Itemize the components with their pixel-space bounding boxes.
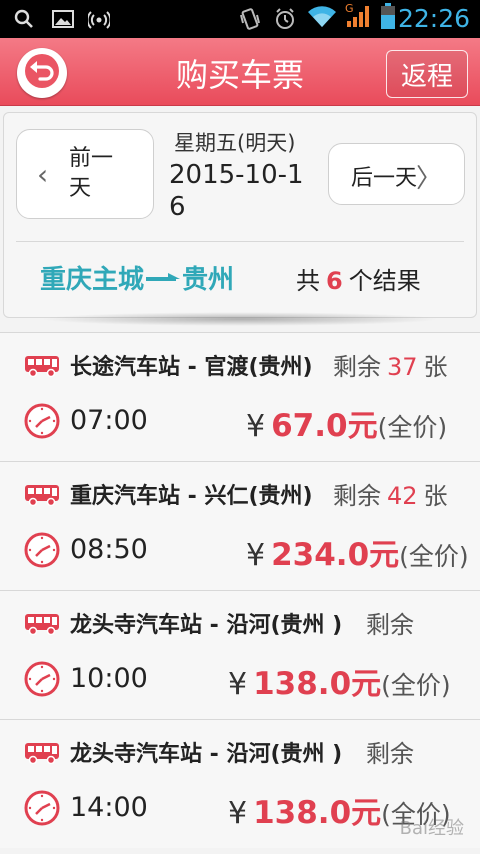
route-label: 重庆主城 贵州 xyxy=(40,259,234,296)
route-from: 重庆主城 xyxy=(40,265,145,295)
departure-time: 08:50 xyxy=(70,534,148,565)
status-bar: G 22:26 xyxy=(0,0,480,38)
next-day-label: 后一天 xyxy=(351,166,418,191)
currency-symbol: ¥ xyxy=(228,796,248,831)
clock-icon xyxy=(24,403,60,443)
date-route-panel: ‹ 前一天 星期五(明天) 2015-10-16 后一天 〉 重庆主城 贵州 共… xyxy=(3,112,477,318)
price-unit: 元 xyxy=(351,796,382,831)
divider xyxy=(16,241,464,242)
ticket-price: ¥234.0元(全价) xyxy=(246,530,469,574)
price-amount: 138.0 xyxy=(253,795,352,831)
remain-unit: 张 xyxy=(423,482,448,510)
prev-day-button[interactable]: ‹ 前一天 xyxy=(16,129,154,219)
station-name: 龙头寺汽车站 - 沿河(贵州 ) xyxy=(70,742,343,767)
price-note: (全价) xyxy=(377,413,448,442)
wifi-icon xyxy=(307,6,337,28)
wifi-hotspot-icon xyxy=(88,8,110,30)
next-day-button[interactable]: 后一天 〉 xyxy=(328,143,465,205)
remaining-seats: 剩余 xyxy=(366,605,414,640)
price-amount: 67.0 xyxy=(271,408,348,444)
remaining-seats: 剩余 42 张 xyxy=(333,476,448,511)
remain-label: 剩余 xyxy=(333,353,381,381)
remain-count: 37 xyxy=(387,353,418,381)
station-name: 重庆汽车站 - 兴仁(贵州) xyxy=(70,484,313,509)
ticket-list: 长途汽车站 - 官渡(贵州) 剩余 37 张 07:00 ¥67.0元(全价) 重庆… xyxy=(0,332,480,848)
route-to: 贵州 xyxy=(182,265,235,295)
bus-icon xyxy=(24,482,60,512)
battery-icon xyxy=(380,3,396,29)
price-note: (全价) xyxy=(399,542,469,571)
departure-time: 14:00 xyxy=(70,792,148,823)
panel-shadow xyxy=(40,312,440,326)
remain-count: 42 xyxy=(387,482,418,510)
price-unit: 元 xyxy=(351,667,382,702)
remain-unit: 张 xyxy=(423,353,448,381)
network-type-label: G xyxy=(345,2,354,15)
route-arrow-icon xyxy=(146,263,181,293)
result-number: 6 xyxy=(326,267,343,295)
remain-label: 剩余 xyxy=(333,482,381,510)
ticket-item[interactable]: 长途汽车站 - 官渡(贵州) 剩余 37 张 07:00 ¥67.0元(全价) xyxy=(0,332,480,461)
ticket-price: ¥138.0元(全价) xyxy=(228,659,451,703)
weekday-label: 星期五(明天) xyxy=(174,131,296,155)
vibrate-icon xyxy=(238,8,262,30)
currency-symbol: ¥ xyxy=(246,409,266,444)
selected-date: 2015-10-16 xyxy=(169,160,304,222)
chevron-left-icon: ‹ xyxy=(37,158,49,191)
remain-label: 剩余 xyxy=(366,611,414,639)
price-amount: 138.0 xyxy=(253,666,352,702)
status-time: 22:26 xyxy=(397,4,470,33)
result-prefix: 共 xyxy=(296,267,320,295)
price-note: (全价) xyxy=(381,671,451,700)
bus-icon xyxy=(24,611,60,641)
remaining-seats: 剩余 xyxy=(366,734,414,769)
bus-icon xyxy=(24,740,60,770)
price-unit: 元 xyxy=(369,538,400,573)
remaining-seats: 剩余 37 张 xyxy=(333,347,448,382)
currency-symbol: ¥ xyxy=(246,538,266,573)
clock-icon xyxy=(24,790,60,830)
search-icon xyxy=(14,8,34,30)
departure-time: 07:00 xyxy=(70,405,148,436)
ticket-item[interactable]: 龙头寺汽车站 - 沿河(贵州 ) 剩余 10:00 ¥138.0元(全价) xyxy=(0,590,480,719)
result-count: 共 6 个结果 xyxy=(296,261,421,296)
result-suffix: 个结果 xyxy=(348,267,421,295)
ticket-item[interactable]: 重庆汽车站 - 兴仁(贵州) 剩余 42 张 08:50 ¥234.0元(全价) xyxy=(0,461,480,590)
ticket-price: ¥67.0元(全价) xyxy=(246,401,447,445)
departure-time: 10:00 xyxy=(70,663,148,694)
signal-icon: G xyxy=(344,2,374,27)
clock-icon xyxy=(24,532,60,572)
return-trip-button[interactable]: 返程 xyxy=(386,50,468,98)
prev-day-label: 前一天 xyxy=(69,146,114,201)
price-amount: 234.0 xyxy=(271,537,370,573)
alarm-icon xyxy=(273,8,297,30)
bus-icon xyxy=(24,353,60,383)
watermark: Bai经验 xyxy=(399,818,464,839)
app-header: 购买车票 返程 xyxy=(0,38,480,106)
image-icon xyxy=(52,8,74,30)
station-name: 龙头寺汽车站 - 沿河(贵州 ) xyxy=(70,613,343,638)
price-unit: 元 xyxy=(347,409,378,444)
currency-symbol: ¥ xyxy=(228,667,248,702)
clock-icon xyxy=(24,661,60,701)
chevron-right-icon: 〉 xyxy=(415,164,442,194)
remain-label: 剩余 xyxy=(366,740,414,768)
station-name: 长途汽车站 - 官渡(贵州) xyxy=(70,355,313,380)
